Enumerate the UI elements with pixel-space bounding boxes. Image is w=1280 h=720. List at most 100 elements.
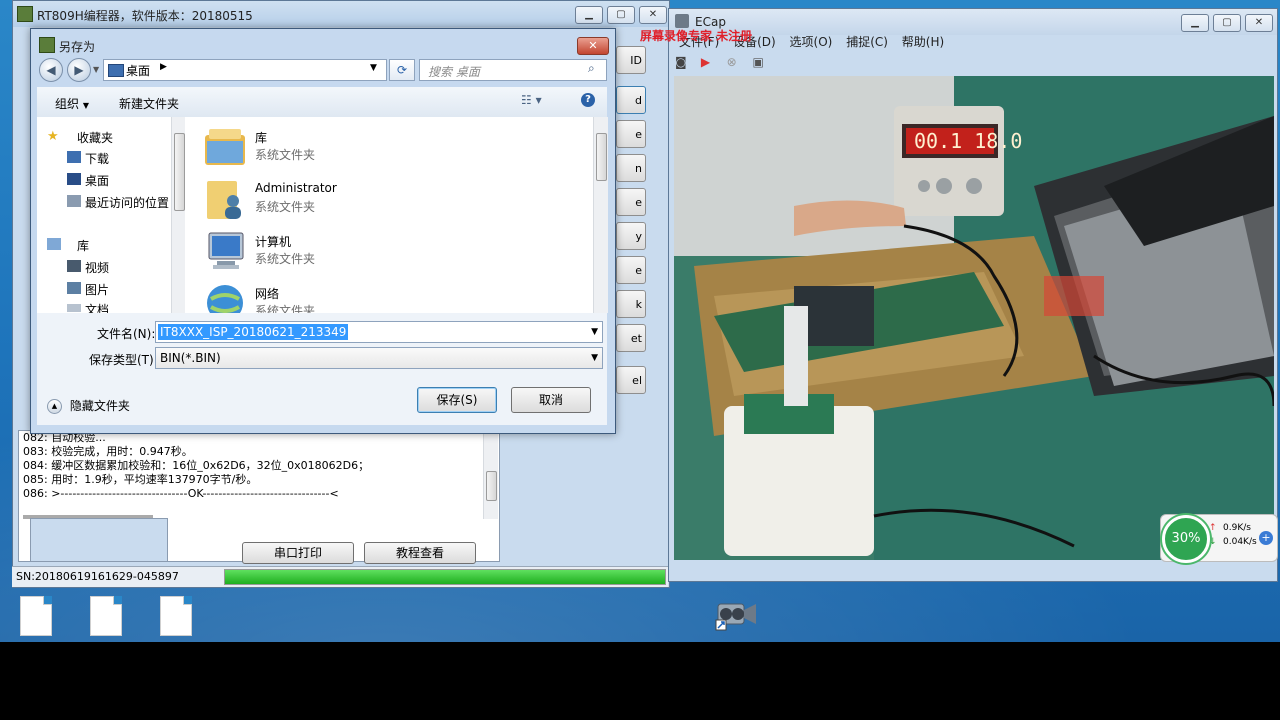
nav-item-download[interactable]: 下载 xyxy=(85,150,109,167)
file-list-scrollbar[interactable] xyxy=(593,117,608,313)
new-folder-button[interactable]: 新建文件夹 xyxy=(119,95,179,112)
documents-icon xyxy=(67,304,81,312)
search-box[interactable]: 搜索 桌面 ⌕ xyxy=(419,59,607,81)
user-folder-icon xyxy=(203,177,247,221)
file-type: 系统文件夹 xyxy=(255,304,316,313)
filetype-label: 保存类型(T): xyxy=(89,353,158,367)
library-icon xyxy=(47,238,61,250)
desktop-file-icon[interactable] xyxy=(90,596,122,636)
side-button[interactable]: et xyxy=(616,324,646,352)
chevron-down-icon[interactable]: ▼ xyxy=(591,348,598,368)
scrollbar-thumb[interactable] xyxy=(174,133,185,211)
forward-icon[interactable]: ▶ xyxy=(67,58,91,82)
organize-label: 组织 xyxy=(55,97,80,111)
chevron-down-icon[interactable]: ▼ xyxy=(591,322,598,342)
side-button[interactable]: k xyxy=(616,290,646,318)
side-button[interactable]: el xyxy=(616,366,646,394)
organize-menu[interactable]: 组织 ▼ xyxy=(55,95,89,112)
camera-snapshot-icon[interactable]: ◙ xyxy=(675,55,691,69)
app-icon xyxy=(39,37,55,53)
letterbox-bar xyxy=(0,642,1280,720)
nav-item-desktop[interactable]: 桌面 xyxy=(85,172,109,189)
filename-field[interactable]: IT8XXX_ISP_20180621_213349 ▼ xyxy=(155,321,603,343)
dialog-title: 另存为 xyxy=(59,40,96,54)
minimize-button[interactable]: ▁ xyxy=(1181,14,1209,32)
nav-group-libraries[interactable]: 库 xyxy=(77,237,89,254)
side-button[interactable]: n xyxy=(616,154,646,182)
record-play-icon[interactable]: ▶ xyxy=(701,55,717,69)
side-button[interactable]: e xyxy=(616,188,646,216)
dialog-toolbar: 组织 ▼ 新建文件夹 ☷ ▾ ? xyxy=(37,87,607,118)
close-button[interactable]: ✕ xyxy=(577,37,609,55)
address-dropdown-icon[interactable]: ▼ xyxy=(370,63,377,73)
upload-arrow-icon: ↑ xyxy=(1209,523,1217,533)
stop-icon[interactable]: ⊗ xyxy=(727,55,743,69)
address-bar[interactable]: 桌面 ▶ ▼ xyxy=(103,59,387,81)
desktop-file-icon[interactable] xyxy=(160,596,192,636)
cancel-button[interactable]: 取消 xyxy=(511,387,591,413)
upload-speed: 0.9K/s xyxy=(1223,523,1251,533)
ecap-shortcut-icon[interactable] xyxy=(714,598,760,632)
hide-folders-toggle[interactable]: ▲ 隐藏文件夹 xyxy=(47,397,130,414)
window-title: RT809H编程器，软件版本：20180515 xyxy=(37,9,253,23)
menu-options[interactable]: 选项(O) xyxy=(790,35,833,49)
nav-item-videos[interactable]: 视频 xyxy=(85,259,109,276)
close-button[interactable]: ✕ xyxy=(1245,14,1273,32)
file-item-network[interactable]: 网络 系统文件夹 xyxy=(203,281,403,313)
log-line: 086: >--------------------------------OK… xyxy=(23,487,339,500)
nav-group-favorites[interactable]: 收藏夹 xyxy=(77,129,113,146)
image-icon[interactable]: ▣ xyxy=(752,55,768,69)
side-button[interactable]: e xyxy=(616,120,646,148)
serial-print-button[interactable]: 串口打印 xyxy=(242,542,354,564)
left-panel xyxy=(30,518,168,562)
network-icon xyxy=(203,281,247,313)
camera-preview: 00.1 18.0 xyxy=(674,76,1274,560)
chevron-up-icon: ▲ xyxy=(47,399,62,414)
maximize-button[interactable]: ▢ xyxy=(1213,14,1241,32)
file-type: 系统文件夹 xyxy=(255,148,316,162)
filename-input[interactable]: IT8XXX_ISP_20180621_213349 xyxy=(158,324,349,340)
side-button[interactable]: y xyxy=(616,222,646,250)
maximize-button[interactable]: ▢ xyxy=(607,6,635,24)
app-icon xyxy=(17,6,33,22)
search-input[interactable]: 搜索 桌面 xyxy=(428,63,480,80)
minimize-button[interactable]: ▁ xyxy=(575,6,603,24)
scrollbar-thumb[interactable] xyxy=(596,133,607,181)
side-button[interactable]: ID xyxy=(616,46,646,74)
side-button[interactable]: e xyxy=(616,256,646,284)
side-button[interactable]: d xyxy=(616,86,646,114)
desktop-file-icon[interactable] xyxy=(20,596,52,636)
nav-scrollbar[interactable] xyxy=(171,117,186,313)
back-icon[interactable]: ◀ xyxy=(39,58,63,82)
desktop-icon xyxy=(108,64,124,77)
scrollbar-thumb[interactable] xyxy=(486,471,497,501)
address-location[interactable]: 桌面 xyxy=(126,62,150,79)
view-options-icon[interactable]: ☷ ▾ xyxy=(521,93,542,107)
recent-dropdown-icon[interactable]: ▼ xyxy=(93,65,99,74)
recorder-watermark: 屏幕录像专家 未注册 xyxy=(640,29,753,43)
add-icon[interactable]: + xyxy=(1259,531,1273,545)
serial-number: SN:20180619161629-045897 xyxy=(16,570,179,583)
log-vertical-scrollbar[interactable] xyxy=(483,431,498,519)
navigation-pane: ★ 收藏夹 下载 桌面 最近访问的位置 库 视频 图片 文档 xyxy=(37,117,186,313)
help-icon[interactable]: ? xyxy=(581,93,595,107)
menu-capture[interactable]: 捕捉(C) xyxy=(846,35,888,49)
computer-icon xyxy=(203,229,247,273)
nav-item-recent[interactable]: 最近访问的位置 xyxy=(85,194,169,211)
nav-item-documents[interactable]: 文档 xyxy=(85,303,109,313)
rt809h-title-bar: RT809H编程器，软件版本：20180515 ▁ ▢ ✕ xyxy=(13,1,669,27)
camera-scene: 00.1 18.0 xyxy=(674,76,1274,560)
refresh-icon[interactable]: ⟳ xyxy=(389,59,415,81)
progress-fill xyxy=(225,570,665,584)
menu-help[interactable]: 帮助(H) xyxy=(902,35,944,49)
progress-bar xyxy=(224,569,666,585)
filetype-select[interactable]: BIN(*.BIN) ▼ xyxy=(155,347,603,369)
usage-gauge[interactable]: 30% xyxy=(1162,515,1210,563)
close-button[interactable]: ✕ xyxy=(639,6,667,24)
filetype-value: BIN(*.BIN) xyxy=(160,351,221,365)
save-button[interactable]: 保存(S) xyxy=(417,387,497,413)
breadcrumb-arrow-icon[interactable]: ▶ xyxy=(160,62,167,72)
search-icon[interactable]: ⌕ xyxy=(588,61,595,76)
tutorial-button[interactable]: 教程查看 xyxy=(364,542,476,564)
nav-item-pictures[interactable]: 图片 xyxy=(85,281,109,298)
